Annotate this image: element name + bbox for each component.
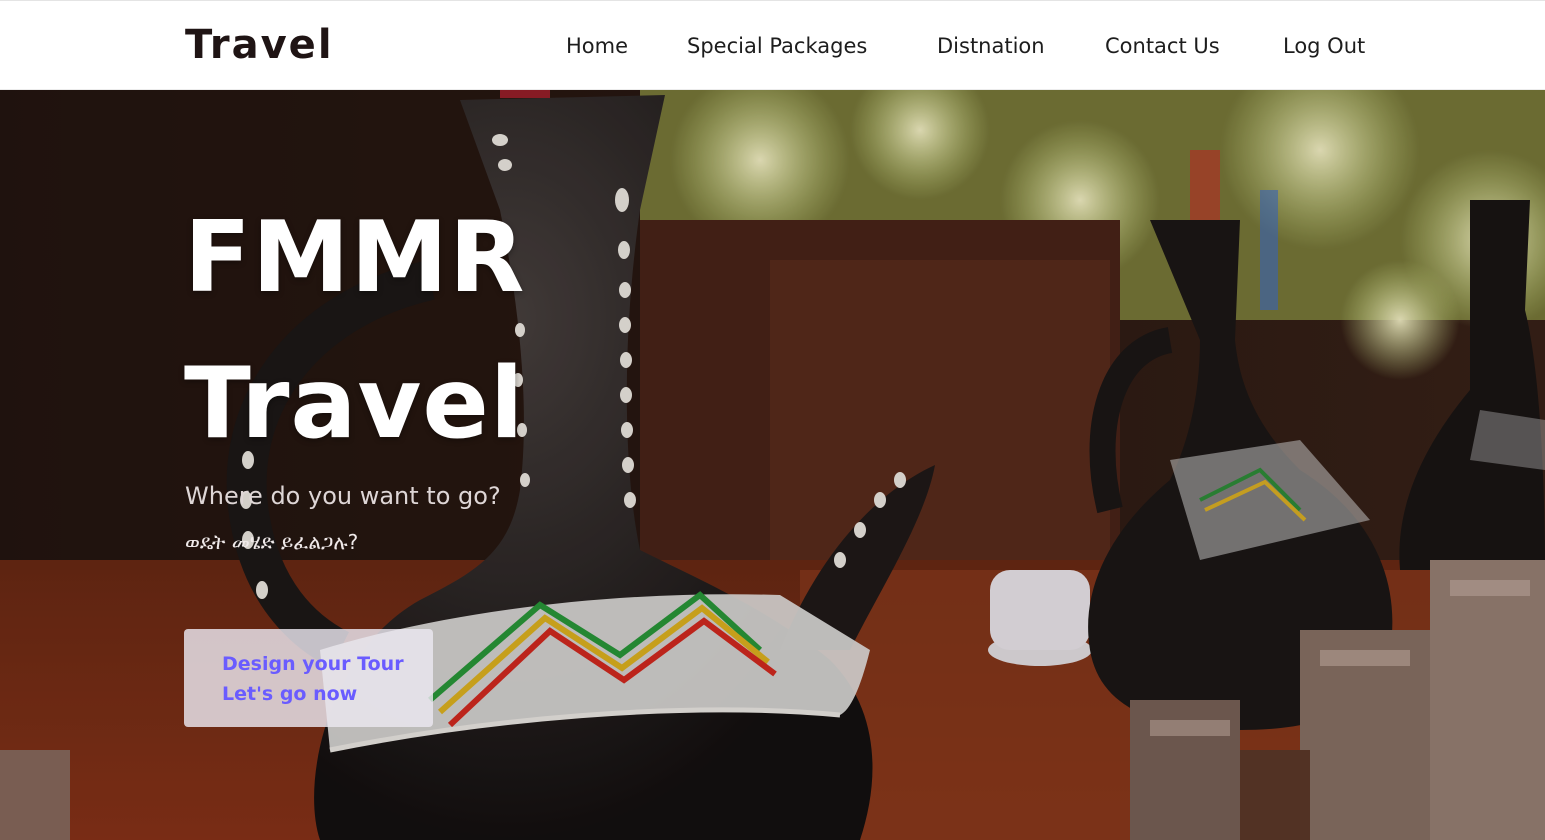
top-navbar: Travel Home Special Packages Distnation … [0, 0, 1545, 90]
design-your-tour-button[interactable]: Design your Tour Let's go now [184, 629, 433, 727]
cta-line-2: Let's go now [222, 683, 358, 705]
nav-contact-us-link[interactable]: Contact Us [1105, 32, 1220, 60]
hero-title-line-1: FMMR [184, 201, 526, 315]
nav-log-out-link[interactable]: Log Out [1283, 32, 1365, 60]
nav-destination-link[interactable]: Distnation [937, 32, 1045, 60]
hero-section: FMMR Travel Where do you want to go? ወዴት… [0, 90, 1545, 840]
hero-title: FMMR Travel [184, 185, 664, 477]
nav-special-packages-link[interactable]: Special Packages [687, 32, 867, 60]
brand-logo-text[interactable]: Travel [185, 19, 334, 71]
nav-home-link[interactable]: Home [566, 32, 628, 60]
hero-subtitle: Where do you want to go? [185, 482, 501, 510]
hero-subtitle-amharic: ወዴት መሄድ ይፈልጋሉ? [185, 530, 359, 554]
cta-line-1: Design your Tour [222, 653, 404, 675]
hero-title-line-2: Travel [184, 347, 525, 461]
